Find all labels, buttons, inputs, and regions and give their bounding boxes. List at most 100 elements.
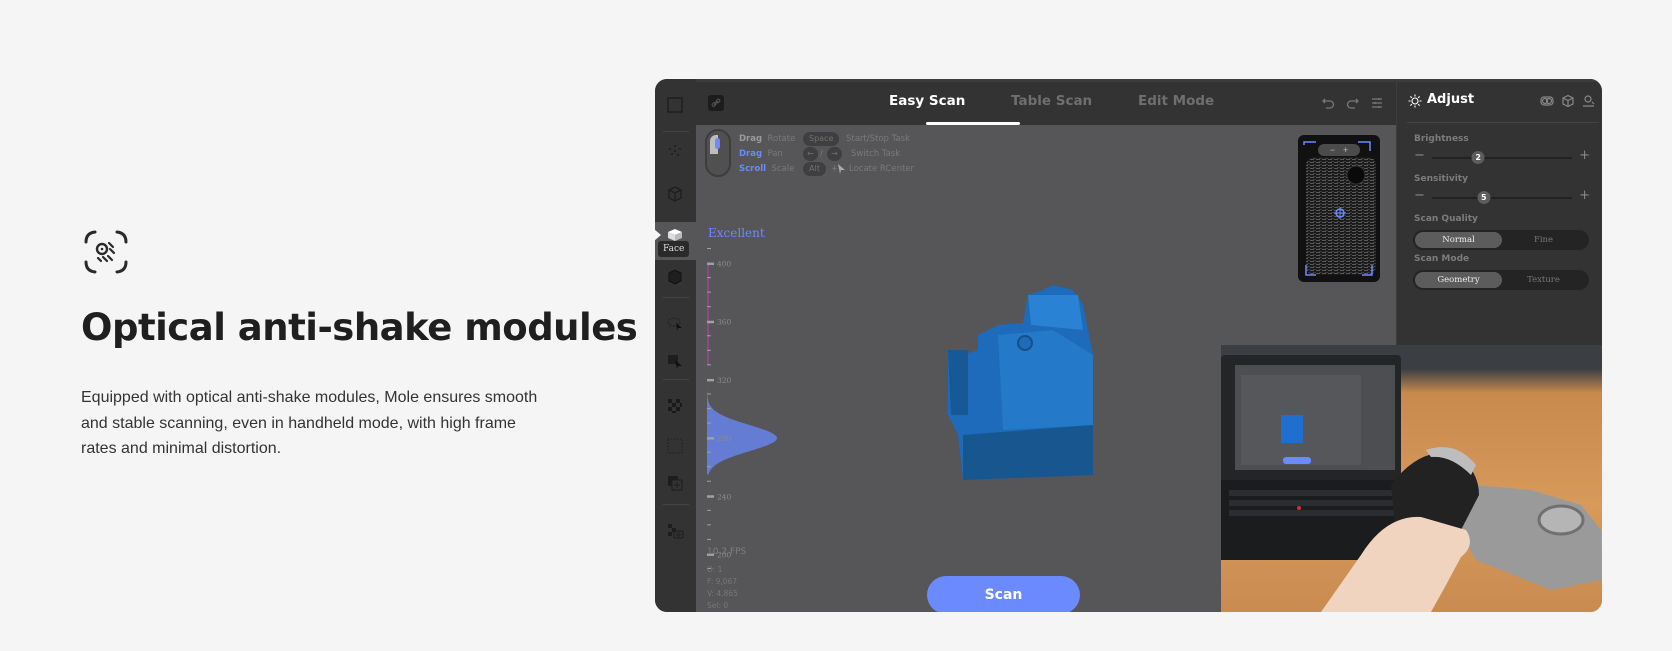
face-tooltip: Face [658, 241, 690, 257]
add-layer-icon[interactable] [663, 471, 687, 495]
meter-tick [707, 437, 714, 440]
redo-icon[interactable] [1346, 96, 1360, 110]
meter-tick [707, 277, 711, 279]
meter-tick [707, 320, 714, 324]
meter-tick [707, 538, 711, 540]
hint-result: Scale [771, 164, 795, 174]
stat-selected: Sel: 0 [707, 601, 729, 610]
top-toolbar: Easy Scan Table Scan Edit Mode [696, 79, 1396, 125]
tab-edit-mode[interactable]: Edit Mode [1138, 93, 1214, 109]
preview-zoom-control[interactable]: −+ [1318, 144, 1360, 156]
meter-tick [707, 509, 711, 511]
tool-sidebar: Face [655, 79, 696, 612]
brightness-thumb[interactable]: 2 [1471, 151, 1485, 164]
settings-sliders-icon[interactable] [1370, 96, 1384, 110]
meter-tick [707, 262, 714, 266]
hint-result: Rotate [767, 134, 796, 144]
sidebar-divider [663, 131, 689, 132]
sensitivity-label: Sensitivity [1414, 174, 1468, 184]
meter-tick [707, 422, 711, 424]
panel-divider [1407, 122, 1599, 123]
hint-pan: Drag Pan [739, 149, 783, 159]
meter-tick [707, 480, 711, 482]
tab-table-scan[interactable]: Table Scan [1011, 93, 1092, 109]
texture-toggle-icon[interactable] [1540, 94, 1554, 108]
meter-tick [707, 495, 714, 498]
slider-track[interactable] [1432, 197, 1572, 199]
feature-title: Optical anti-shake modules [81, 306, 638, 349]
sun-brightness-icon [1408, 94, 1422, 108]
dotted-rect-icon[interactable] [663, 434, 687, 458]
camera-feed [1303, 141, 1376, 276]
meter-tick-label: 360 [717, 318, 732, 327]
zoom-out-button[interactable]: − [1330, 145, 1343, 155]
point-cloud-icon[interactable] [663, 139, 687, 163]
solid-cube-icon[interactable] [663, 265, 687, 289]
hint-action: Drag [739, 149, 763, 159]
meter-tick [707, 291, 711, 293]
alt-key: Alt [803, 162, 826, 176]
feature-description: Equipped with optical anti-shake modules… [81, 389, 538, 457]
distance-meter: 400360320280240200 [707, 248, 777, 569]
mouse-wheel [715, 138, 720, 149]
meter-tick [707, 466, 711, 468]
space-key: Space [803, 132, 840, 146]
brightness-label: Brightness [1414, 134, 1469, 144]
hint-start-stop: Start/Stop Task [846, 134, 910, 144]
hint-action: Scroll [739, 164, 767, 174]
brightness-increase[interactable]: + [1579, 148, 1590, 163]
adjust-title: Adjust [1427, 92, 1475, 107]
brightness-decrease[interactable]: − [1414, 148, 1425, 163]
mode-texture-option[interactable]: Texture [1500, 272, 1587, 288]
select-frame-icon[interactable] [663, 93, 687, 117]
meter-tick [707, 378, 714, 382]
stat-vertices: V: 4,865 [707, 589, 738, 598]
hint-locate-rcenter: Locate RCenter [849, 164, 915, 174]
link-button[interactable] [708, 95, 724, 111]
camera-preview: −+ [1298, 135, 1380, 282]
checker-icon[interactable] [663, 394, 687, 418]
tooltip-arrow [655, 229, 661, 241]
scan-mode-label: Scan Mode [1414, 254, 1470, 264]
zoom-in-button[interactable]: + [1343, 145, 1356, 155]
undo-icon[interactable] [1321, 96, 1335, 110]
meter-tick [707, 335, 711, 337]
wireframe-cube-icon[interactable] [663, 182, 687, 206]
tab-easy-scan[interactable]: Easy Scan [889, 93, 965, 109]
scan-model[interactable] [943, 275, 1103, 485]
link-icon [711, 98, 721, 107]
sidebar-divider [663, 297, 689, 298]
anti-shake-scan-icon [82, 228, 130, 276]
fps-readout: 10.2 FPS [707, 547, 747, 557]
brightness-slider[interactable]: − 2 + [1414, 148, 1594, 164]
box-select-icon[interactable] [663, 349, 687, 373]
arrow-left-key: ← [803, 147, 818, 161]
meter-tick [707, 364, 711, 366]
scan-button[interactable]: Scan [927, 576, 1080, 612]
sidebar-divider [663, 504, 689, 505]
mouse-diagram [705, 129, 731, 177]
hint-rotate: Drag Rotate [739, 134, 795, 144]
meter-tick [707, 393, 711, 395]
scan-quality-indicator: Excellent [708, 226, 765, 240]
sidebar-divider [663, 379, 689, 380]
sensitivity-decrease[interactable]: − [1414, 188, 1425, 203]
quality-fine-option[interactable]: Fine [1500, 232, 1587, 248]
meter-tick [707, 306, 711, 308]
quality-normal-option[interactable]: Normal [1415, 232, 1502, 248]
scan-quality-toggle: Normal Fine [1413, 230, 1589, 250]
cube-view-icon[interactable] [1561, 94, 1575, 108]
meter-tick-label: 400 [717, 260, 732, 269]
meter-tick-label: 320 [717, 376, 732, 385]
sensitivity-slider[interactable]: − 5 + [1414, 188, 1594, 204]
slider-track[interactable] [1432, 157, 1572, 159]
active-tab-indicator [926, 122, 1020, 125]
hint-switch-task: Switch Task [851, 149, 901, 159]
mode-geometry-option[interactable]: Geometry [1415, 272, 1502, 288]
camera-texture-icon[interactable] [663, 519, 687, 543]
sensitivity-thumb[interactable]: 5 [1477, 191, 1491, 204]
user-align-icon[interactable] [1582, 94, 1596, 108]
sensitivity-increase[interactable]: + [1579, 188, 1590, 203]
lasso-select-icon[interactable] [663, 311, 687, 335]
meter-tick [707, 248, 711, 249]
